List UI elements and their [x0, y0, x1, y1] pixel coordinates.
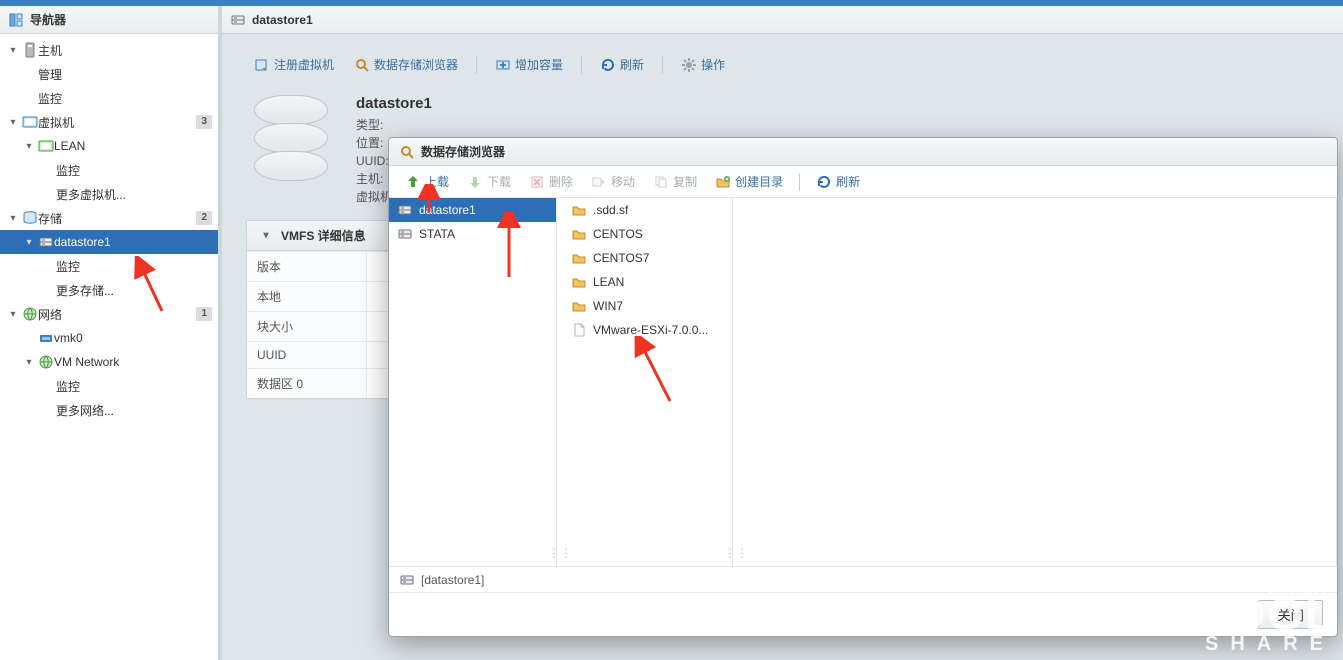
- navigator-tree: ▾ 主机 管理 监控 ▾ 虚拟机 3 ▾ LEAN 监控: [0, 34, 218, 660]
- nav-network[interactable]: ▾ 网络 1: [0, 302, 218, 326]
- increase-capacity-button[interactable]: 增加容量: [487, 52, 571, 77]
- navigator-sidebar: 导航器 ▾ 主机 管理 监控 ▾ 虚拟机 3 ▾: [0, 6, 222, 660]
- folder-icon: [571, 250, 587, 266]
- browse-icon: [354, 57, 370, 73]
- ds-item-datastore1[interactable]: datastore1: [389, 198, 556, 222]
- vm-icon: [22, 114, 38, 130]
- close-button[interactable]: 关闭: [1258, 600, 1323, 629]
- collapse-toggle[interactable]: ▾: [6, 307, 20, 321]
- refresh-button[interactable]: 刷新: [592, 52, 652, 77]
- copy-button[interactable]: 复制: [645, 169, 705, 194]
- datastore-browser-dialog: 数据存储浏览器 上载 下载 删除 移动 复制 创建目录 刷新 datastore…: [388, 137, 1338, 637]
- datastore-icon: [397, 202, 413, 218]
- dialog-toolbar: 上载 下载 删除 移动 复制 创建目录 刷新: [389, 166, 1337, 198]
- tab-title: datastore1: [252, 13, 313, 27]
- nav-vm-more[interactable]: 更多虚拟机...: [0, 182, 218, 206]
- create-directory-button[interactable]: 创建目录: [707, 169, 791, 194]
- nav-host[interactable]: ▾ 主机: [0, 38, 218, 62]
- copy-icon: [653, 174, 669, 190]
- dialog-titlebar[interactable]: 数据存储浏览器: [389, 138, 1337, 166]
- list-item[interactable]: CENTOS7: [563, 246, 732, 270]
- path-text: [datastore1]: [421, 573, 484, 587]
- move-button[interactable]: 移动: [583, 169, 643, 194]
- nav-storage[interactable]: ▾ 存储 2: [0, 206, 218, 230]
- collapse-toggle[interactable]: ▾: [6, 43, 20, 57]
- navigator-title: 导航器: [30, 11, 66, 28]
- datastore-name: datastore1: [356, 95, 432, 112]
- network-count-badge: 1: [196, 307, 212, 321]
- navigator-header: 导航器: [0, 6, 218, 34]
- folder-list-column: .sdd.sf CENTOS CENTOS7 LEAN WIN7 VMware-…: [563, 198, 733, 566]
- delete-button[interactable]: 删除: [521, 169, 581, 194]
- file-icon: [571, 322, 587, 338]
- list-item[interactable]: LEAN: [563, 270, 732, 294]
- mkdir-icon: [715, 174, 731, 190]
- refresh-icon: [816, 174, 832, 190]
- collapse-toggle[interactable]: ▾: [22, 139, 36, 153]
- nav-host-monitor[interactable]: 监控: [0, 86, 218, 110]
- dialog-title: 数据存储浏览器: [421, 143, 505, 160]
- network-icon: [22, 306, 38, 322]
- collapse-toggle[interactable]: ▾: [22, 355, 36, 369]
- list-item[interactable]: CENTOS: [563, 222, 732, 246]
- nav-vmnetwork[interactable]: ▾ VM Network: [0, 350, 218, 374]
- gear-icon: [681, 57, 697, 73]
- folder-icon: [571, 274, 587, 290]
- navigator-icon: [8, 12, 24, 28]
- folder-icon: [571, 202, 587, 218]
- preview-column: [739, 198, 1337, 566]
- download-icon: [467, 174, 483, 190]
- register-icon: [254, 57, 270, 73]
- actions-button[interactable]: 操作: [673, 52, 733, 77]
- nav-vm-lean[interactable]: ▾ LEAN: [0, 134, 218, 158]
- nav-net-more[interactable]: 更多网络...: [0, 398, 218, 422]
- nav-vmk0[interactable]: ▾ vmk0: [0, 326, 218, 350]
- collapse-toggle[interactable]: ▾: [6, 115, 20, 129]
- list-item[interactable]: VMware-ESXi-7.0.0...: [563, 318, 732, 342]
- content-tab: datastore1: [222, 6, 1343, 34]
- delete-icon: [529, 174, 545, 190]
- nav-vms[interactable]: ▾ 虚拟机 3: [0, 110, 218, 134]
- upload-icon: [405, 174, 421, 190]
- register-vm-button[interactable]: 注册虚拟机: [246, 52, 342, 77]
- datastore-list-column: datastore1 STATA: [389, 198, 557, 566]
- nav-datastore1[interactable]: ▾ datastore1: [0, 230, 218, 254]
- upload-button[interactable]: 上载: [397, 169, 457, 194]
- download-button[interactable]: 下载: [459, 169, 519, 194]
- refresh-icon: [600, 57, 616, 73]
- ds-item-stata[interactable]: STATA: [389, 222, 556, 246]
- nav-vm-lean-monitor[interactable]: 监控: [0, 158, 218, 182]
- storage-icon: [22, 210, 38, 226]
- datastore-browser-button[interactable]: 数据存储浏览器: [346, 52, 466, 77]
- nav-ds-more[interactable]: 更多存储...: [0, 278, 218, 302]
- list-item[interactable]: .sdd.sf: [563, 198, 732, 222]
- folder-icon: [571, 298, 587, 314]
- datastore-icon: [38, 234, 54, 250]
- collapse-toggle[interactable]: ▾: [6, 211, 20, 225]
- folder-icon: [571, 226, 587, 242]
- datastore-icon: [397, 226, 413, 242]
- vm-on-icon: [38, 138, 54, 154]
- move-icon: [591, 174, 607, 190]
- collapse-toggle[interactable]: ▾: [22, 235, 36, 249]
- vswitch-icon: [38, 354, 54, 370]
- path-bar: [datastore1]: [389, 566, 1337, 592]
- host-icon: [22, 42, 38, 58]
- vmfs-title: VMFS 详细信息: [281, 227, 366, 244]
- nav-host-manage[interactable]: 管理: [0, 62, 218, 86]
- nav-ds-monitor[interactable]: 监控: [0, 254, 218, 278]
- datastore-toolbar: 注册虚拟机 数据存储浏览器 增加容量 刷新 操作: [246, 52, 1319, 77]
- vm-count-badge: 3: [196, 115, 212, 129]
- capacity-icon: [495, 57, 511, 73]
- datastore-icon: [230, 12, 246, 28]
- vmkernel-icon: [38, 330, 54, 346]
- nav-net-monitor[interactable]: 监控: [0, 374, 218, 398]
- datastore-graphic: [246, 95, 336, 205]
- datastore-icon: [399, 572, 415, 588]
- list-item[interactable]: WIN7: [563, 294, 732, 318]
- browse-icon: [399, 144, 415, 160]
- storage-count-badge: 2: [196, 211, 212, 225]
- dialog-refresh-button[interactable]: 刷新: [808, 169, 868, 194]
